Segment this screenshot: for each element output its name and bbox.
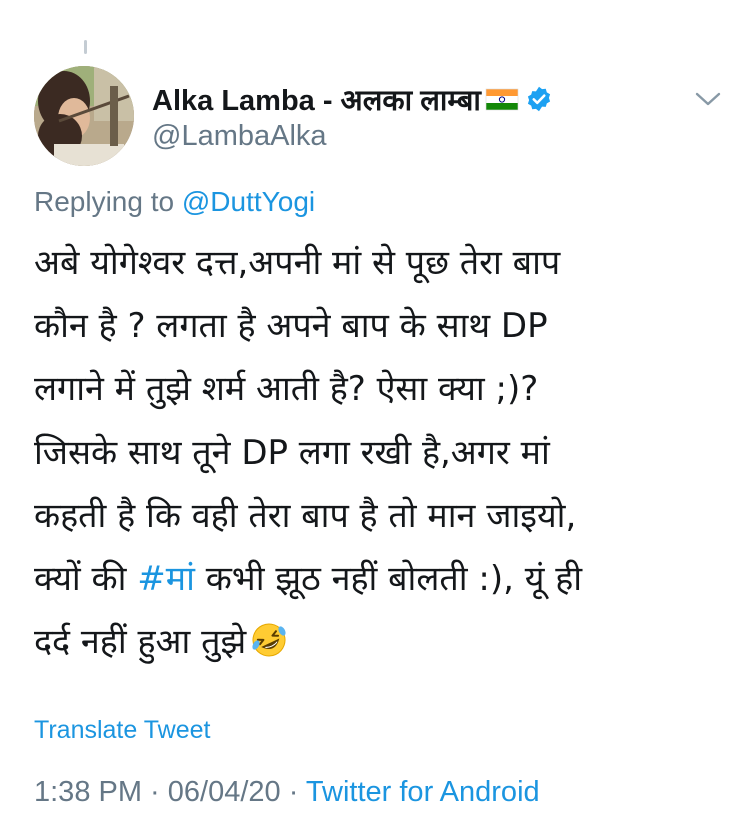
meta-separator: · bbox=[280, 776, 306, 808]
tweet-text-segment: दर्द नहीं हुआ तुझे bbox=[34, 622, 247, 663]
tweet-source-link[interactable]: Twitter for Android bbox=[306, 776, 540, 808]
tweet-card: Alka Lamba - अलका लाम्बा @LambaAlka Repl… bbox=[0, 0, 750, 827]
tweet-text-line: अबे योगेश्वर दत्त,अपनी मां से पूछ तेरा ब… bbox=[34, 243, 561, 283]
rolling-on-floor-laughing-emoji-icon bbox=[250, 617, 288, 657]
author-name-row: Alka Lamba - अलका लाम्बा bbox=[152, 80, 553, 118]
tweet-text-segment: क्यों की bbox=[34, 559, 138, 600]
tweet-text-line: कहती है कि वही तेरा बाप है तो मान जाइयो, bbox=[34, 495, 577, 536]
author-block: Alka Lamba - अलका लाम्बा @LambaAlka bbox=[152, 80, 553, 156]
replying-to-line: Replying to @DuttYogi bbox=[34, 186, 315, 218]
india-flag-icon bbox=[485, 87, 519, 111]
tweet-time[interactable]: 1:38 PM bbox=[34, 776, 142, 808]
reply-mention-link[interactable]: @DuttYogi bbox=[182, 186, 315, 217]
meta-separator: · bbox=[142, 776, 168, 808]
avatar[interactable] bbox=[34, 66, 134, 166]
verified-badge-icon bbox=[525, 85, 553, 113]
author-handle[interactable]: @LambaAlka bbox=[152, 120, 553, 156]
tweet-text-segment: कभी झूठ नहीं बोलती :), यूं ही bbox=[194, 559, 583, 600]
chevron-down-icon[interactable] bbox=[694, 90, 722, 108]
tweet-text: अबे योगेश्वर दत्त,अपनी मां से पूछ तेरा ब… bbox=[34, 232, 734, 674]
tweet-text-line: जिसके साथ तूने DP लगा रखी है,अगर मां bbox=[34, 432, 550, 473]
tweet-date[interactable]: 06/04/20 bbox=[168, 776, 281, 808]
translate-tweet-link[interactable]: Translate Tweet bbox=[34, 716, 210, 745]
tweet-text-line: लगाने में तुझे शर्म आती है? ऐसा क्या ;)? bbox=[34, 369, 539, 410]
tweet-text-line: क्यों की #मां कभी झूठ नहीं बोलती :), यूं… bbox=[34, 548, 734, 611]
replying-to-label: Replying to bbox=[34, 186, 182, 217]
tweet-meta: 1:38 PM · 06/04/20 · Twitter for Android bbox=[34, 776, 540, 809]
hashtag-link[interactable]: #मां bbox=[137, 559, 195, 599]
author-display-name[interactable]: Alka Lamba - अलका लाम्बा bbox=[152, 80, 481, 119]
tweet-text-line: दर्द नहीं हुआ तुझे bbox=[34, 611, 734, 674]
tweet-text-line: कौन है ? लगता है अपने बाप के साथ DP bbox=[34, 306, 548, 347]
thread-connector-line bbox=[84, 40, 87, 54]
